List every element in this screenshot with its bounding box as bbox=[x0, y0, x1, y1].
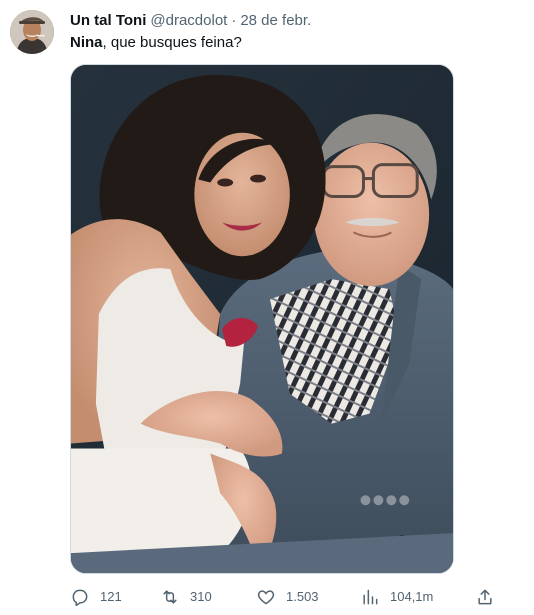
heart-icon bbox=[257, 590, 275, 605]
views-count: 104,1m bbox=[390, 589, 434, 604]
tweet-date[interactable]: 28 de febr. bbox=[240, 12, 311, 29]
share-button[interactable] bbox=[475, 586, 495, 608]
like-button[interactable]: 1.503 bbox=[256, 586, 319, 608]
views-chart-icon bbox=[363, 589, 378, 605]
reply-icon bbox=[72, 589, 88, 607]
tweet-actions: 121 310 1.503 104,1m bbox=[70, 586, 500, 608]
reply-button[interactable]: 121 bbox=[70, 586, 122, 608]
retweet-count: 310 bbox=[190, 589, 212, 604]
tweet: Un tal Toni @dracdolot · 28 de febr. Nina, … bbox=[0, 0, 534, 615]
share-icon bbox=[478, 589, 492, 605]
author-handle[interactable]: @dracdolot bbox=[150, 12, 227, 29]
photo-illustration bbox=[71, 65, 453, 573]
views-button[interactable]: 104,1m bbox=[360, 586, 433, 608]
author-display-name[interactable]: Un tal Toni bbox=[70, 12, 146, 29]
reply-count: 121 bbox=[100, 589, 122, 604]
avatar-portrait-icon bbox=[10, 10, 54, 54]
author-avatar[interactable] bbox=[10, 10, 54, 54]
like-count: 1.503 bbox=[286, 589, 319, 604]
separator-dot: · bbox=[231, 12, 237, 29]
tweet-text: Nina, que busques feina? bbox=[70, 33, 242, 53]
retweet-button[interactable]: 310 bbox=[160, 586, 212, 608]
tweet-text-mention: Nina bbox=[70, 34, 103, 51]
retweet-icon bbox=[163, 590, 177, 604]
tweet-text-body: , que busques feina? bbox=[102, 34, 242, 51]
tweet-header: Un tal Toni @dracdolot · 28 de febr. bbox=[70, 11, 311, 31]
tweet-photo[interactable] bbox=[70, 64, 454, 574]
